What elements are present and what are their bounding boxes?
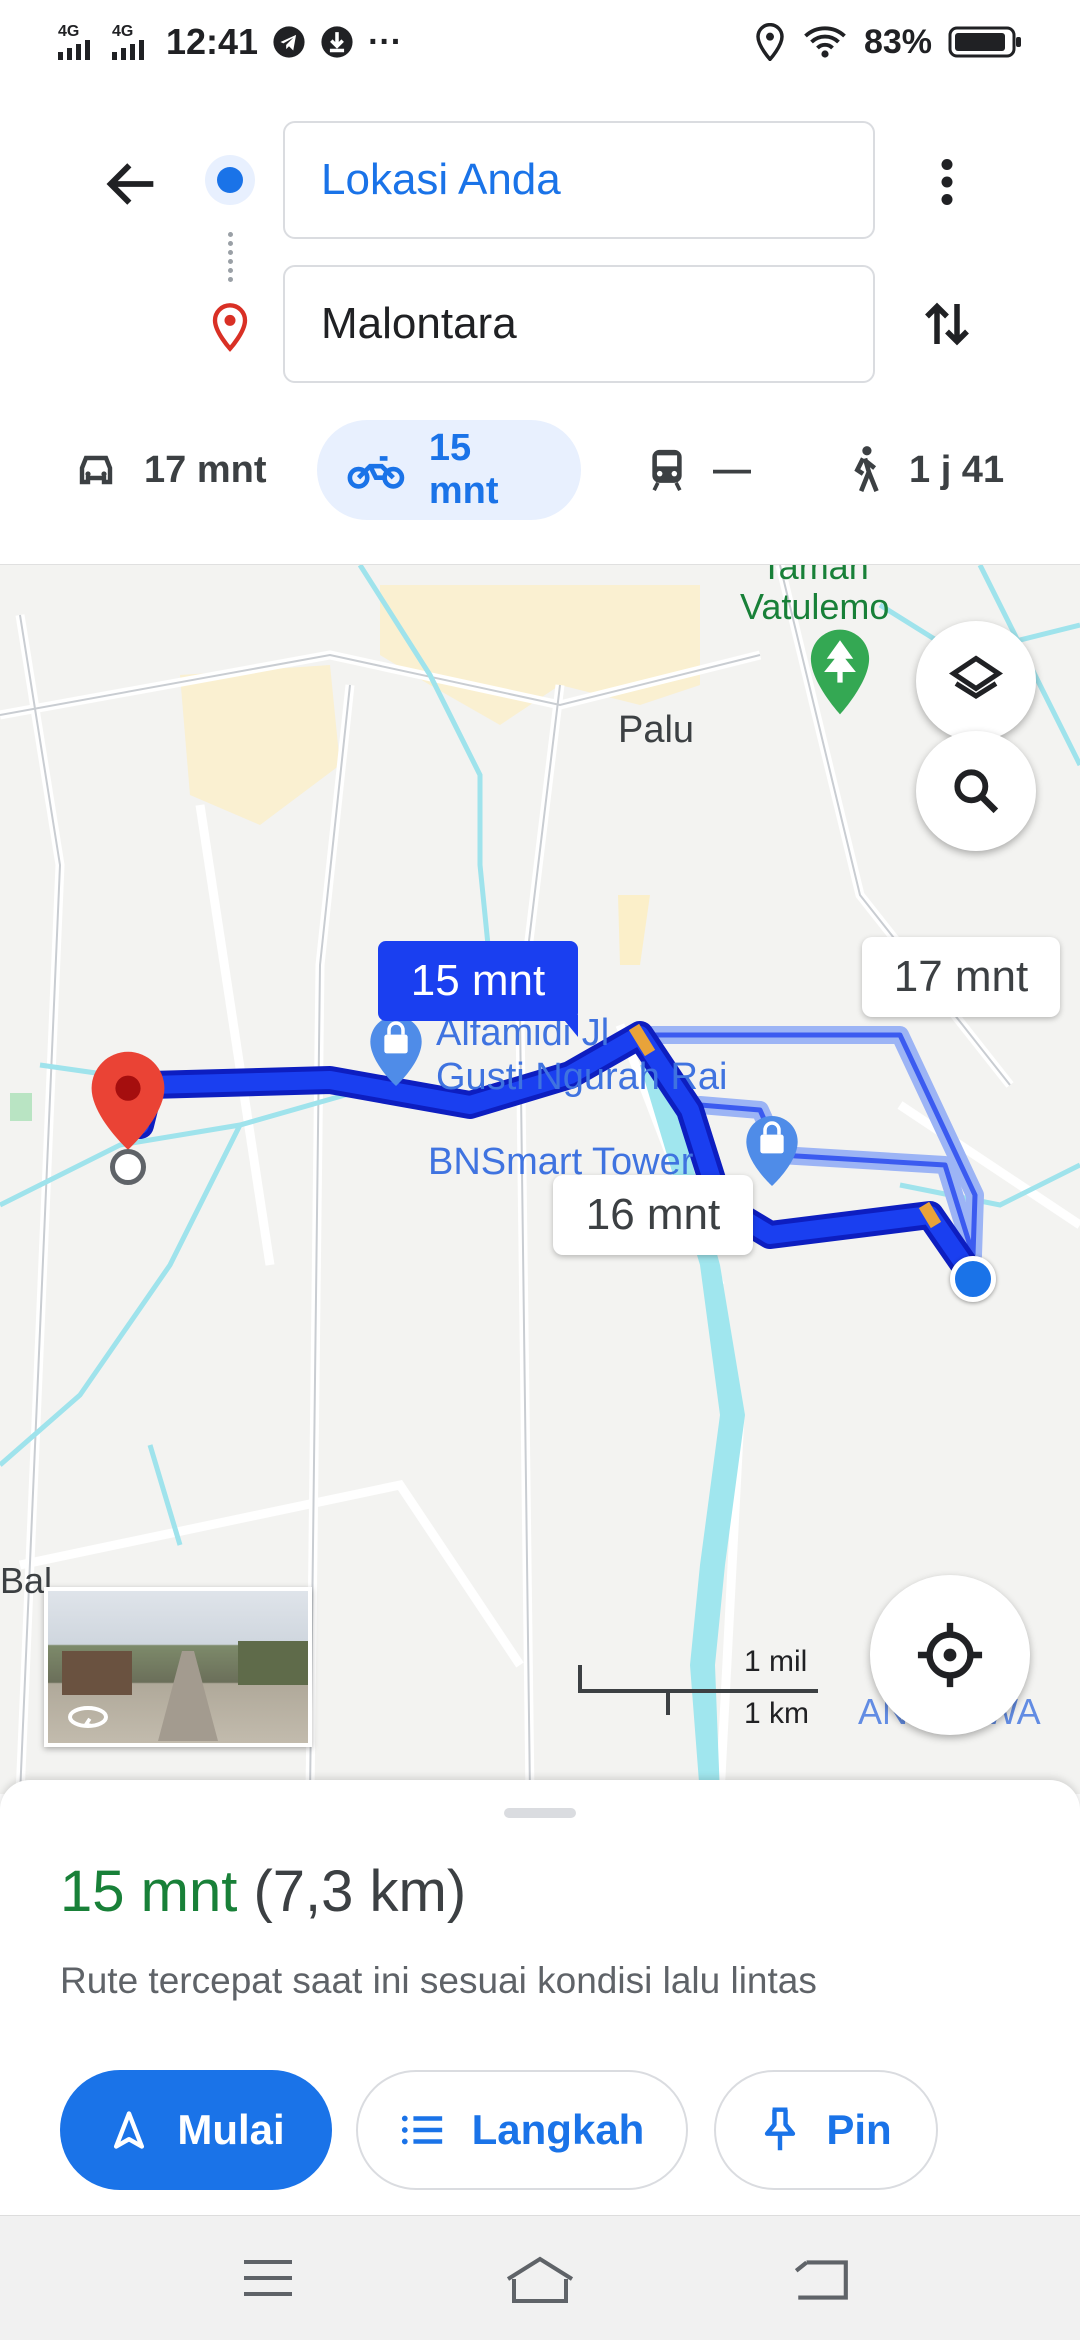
back-icon[interactable] (790, 2254, 852, 2304)
route-details-sheet[interactable]: 15 mnt (7,3 km) Rute tercepat saat ini s… (0, 1780, 1080, 2215)
start-button[interactable]: Mulai (60, 2070, 332, 2190)
shop-pin-icon[interactable] (368, 1013, 424, 1089)
location-icon (756, 23, 784, 61)
directions-header: Lokasi Anda Malontara 17 mnt 15 mnt — 1 … (0, 84, 1080, 564)
back-arrow-icon[interactable] (100, 152, 164, 216)
list-icon (401, 2115, 442, 2145)
destination-pin-icon (212, 303, 248, 352)
signal-bars-icon (58, 40, 90, 60)
destination-field[interactable]: Malontara (283, 265, 875, 383)
badge-pointer (560, 1015, 578, 1037)
city-label: Palu (618, 709, 695, 751)
layers-icon (948, 655, 1004, 699)
battery-percent: 83% (863, 22, 932, 61)
signal-indicator-1: 4G (58, 24, 98, 60)
destination-point (110, 1149, 146, 1185)
signal-indicator-2: 4G (112, 24, 152, 60)
origin-field[interactable]: Lokasi Anda (283, 121, 875, 239)
shop-pin-icon[interactable] (744, 1113, 800, 1189)
mode-motorcycle-tab[interactable]: 15 mnt (317, 420, 581, 520)
scale-mil-label: 1 mil (744, 1645, 808, 1678)
my-location-button[interactable] (870, 1575, 1030, 1735)
route-badge-alt-16[interactable]: 16 mnt (553, 1175, 753, 1255)
current-location-dot[interactable] (950, 1256, 996, 1302)
more-options-icon[interactable] (917, 152, 977, 212)
telegram-icon (273, 26, 305, 58)
scale-km-label: 1 km (744, 1697, 810, 1730)
battery-icon (948, 26, 1021, 58)
route-description: Rute tercepat saat ini sesuai kondisi la… (60, 1960, 817, 2001)
crosshair-icon (917, 1622, 983, 1688)
park-label: Taman Vatulemo (740, 564, 890, 627)
home-icon[interactable] (504, 2252, 576, 2306)
mode-car-tab[interactable]: 17 mnt (72, 420, 266, 520)
route-summary: 15 mnt (7,3 km) (60, 1858, 466, 1925)
search-along-route-button[interactable] (916, 731, 1036, 851)
origin-dot-icon (205, 155, 255, 205)
scale-bar: 1 mil 1 km (578, 1635, 820, 1735)
navigation-arrow-icon (114, 2111, 145, 2149)
route-distance: (7,3 km) (253, 1859, 467, 1924)
motorcycle-icon (347, 456, 405, 489)
pin-button[interactable]: Pin (714, 2070, 938, 2190)
map-view[interactable]: Taman Vatulemo Palu Alfamidi Jl Gusti Ng… (0, 564, 1080, 1794)
system-navigation-bar (0, 2215, 1080, 2340)
route-dots-connector (228, 232, 233, 282)
download-icon (321, 26, 353, 58)
steps-button[interactable]: Langkah (356, 2070, 688, 2190)
sheet-drag-handle[interactable] (504, 1808, 576, 1818)
search-icon (954, 769, 999, 814)
travel-mode-tabs: 17 mnt 15 mnt — 1 j 41 (0, 420, 1080, 520)
route-duration: 15 mnt (60, 1859, 238, 1924)
mode-walk-tab[interactable]: 1 j 41 (845, 420, 1004, 520)
status-bar: 4G 4G 12:41 ··· 83% (0, 0, 1080, 84)
poi-alfamidi-label[interactable]: Alfamidi Jl Gusti Ngurah Rai (436, 1011, 727, 1099)
clock: 12:41 (166, 21, 259, 62)
mode-transit-tab[interactable]: — (645, 420, 751, 520)
walk-icon (854, 446, 879, 493)
layers-button[interactable] (916, 621, 1036, 741)
street-view-thumbnail[interactable] (44, 1587, 312, 1747)
car-icon (79, 455, 113, 485)
destination-marker-icon[interactable] (88, 1049, 168, 1161)
menu-icon[interactable] (240, 2256, 296, 2300)
rotate-360-icon (68, 1706, 108, 1728)
more-notifications-icon: ··· (368, 22, 403, 61)
transit-icon (652, 449, 682, 491)
pushpin-icon (765, 2107, 796, 2151)
route-badge-alt-17[interactable]: 17 mnt (862, 937, 1060, 1017)
wifi-icon (804, 26, 846, 58)
park-pin-icon[interactable] (808, 627, 872, 717)
signal-bars-icon (112, 40, 144, 60)
swap-icon[interactable] (917, 294, 977, 354)
route-badge-selected[interactable]: 15 mnt (378, 941, 578, 1021)
